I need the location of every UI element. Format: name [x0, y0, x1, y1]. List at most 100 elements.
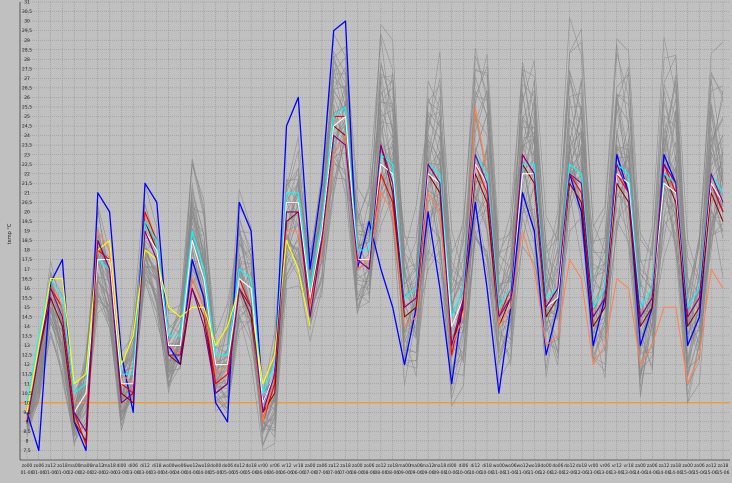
- x-tick-label: wo18: [198, 463, 210, 469]
- y-tick-label: 29,5: [22, 28, 32, 34]
- x-tick-label: vr18: [293, 463, 303, 469]
- x-tick-label: wo18: [528, 463, 540, 469]
- y-tick-label: 17: [24, 267, 30, 273]
- x-tick-label: wo06: [505, 463, 517, 469]
- x-tick-label: za06: [317, 463, 328, 469]
- x-tick-label: zo06: [694, 463, 705, 469]
- y-tick-label: 30: [24, 19, 30, 25]
- x-tick-label: vr00: [588, 463, 598, 469]
- y-tick-label: 27,5: [22, 66, 32, 72]
- y-tick-label: 9,5: [23, 410, 30, 416]
- y-tick-label: 20: [24, 210, 30, 216]
- y-tick-label: 13: [24, 343, 30, 349]
- y-tick-label: 15: [24, 305, 30, 311]
- y-tick-label: 12: [24, 362, 30, 368]
- x-tick-label: zo18: [718, 463, 729, 469]
- x-tick-label: wo12: [517, 463, 529, 469]
- y-tick-label: 18,5: [22, 238, 32, 244]
- y-tick-label: 23: [24, 152, 30, 158]
- x-tick-label: wo00: [163, 463, 175, 469]
- y-tick-label: 15,5: [22, 295, 32, 301]
- x-tick-label: di00: [447, 463, 457, 469]
- x-tick-label: vr12: [282, 463, 292, 469]
- x-tick-label: do12: [234, 463, 245, 469]
- y-tick-label: 30,5: [22, 9, 32, 15]
- y-tick-label: 7,5: [23, 448, 30, 454]
- x-tick-label: zo00: [682, 463, 693, 469]
- y-tick-label: 28,5: [22, 47, 32, 53]
- x-tick-label: zo00: [352, 463, 363, 469]
- y-tick-label: 13,5: [22, 334, 32, 340]
- y-tick-label: 29: [24, 38, 30, 44]
- y-tick-label: 9: [26, 419, 29, 425]
- x-tick-label: zo12: [376, 463, 387, 469]
- y-tick-label: 22: [24, 171, 30, 177]
- y-tick-label: 12,5: [22, 353, 32, 359]
- x-tick-label: do12: [564, 463, 575, 469]
- x-tick-label: za18: [671, 463, 682, 469]
- y-tick-label: 25,5: [22, 105, 32, 111]
- x-tick-label: di12: [470, 463, 480, 469]
- x-tick-label: do06: [552, 463, 563, 469]
- x-tick-label: vr06: [600, 463, 610, 469]
- x-tick-label: di06: [459, 463, 469, 469]
- x-tick-label: wo06: [174, 463, 186, 469]
- y-tick-label: 16: [24, 286, 30, 292]
- x-tick-label: di18: [152, 463, 162, 469]
- y-tick-label: 27: [24, 76, 30, 82]
- x-tick-label: wo12: [186, 463, 198, 469]
- x-tick-label: do00: [541, 463, 552, 469]
- x-tick-label: zo00: [22, 463, 33, 469]
- x-tick-date: 15-06: [717, 470, 730, 476]
- y-tick-label: 26: [24, 95, 30, 101]
- y-tick-label: 19: [24, 229, 30, 235]
- y-tick-label: 11: [24, 381, 30, 387]
- x-tick-label: do18: [576, 463, 587, 469]
- x-tick-label: zo06: [34, 463, 45, 469]
- x-tick-label: za12: [659, 463, 670, 469]
- x-tick-label: vr00: [258, 463, 268, 469]
- y-tick-label: 11,5: [22, 372, 32, 378]
- y-tick-label: 14,5: [22, 314, 32, 320]
- y-tick-label: 24,5: [22, 124, 32, 130]
- y-tick-label: 17,5: [22, 257, 32, 263]
- x-tick-label: za00: [635, 463, 646, 469]
- x-tick-label: do00: [210, 463, 221, 469]
- y-tick-label: 25: [24, 114, 30, 120]
- x-tick-label: di12: [140, 463, 150, 469]
- y-tick-label: 18: [24, 248, 30, 254]
- x-tick-label: zo12: [45, 463, 56, 469]
- y-tick-label: 8: [26, 439, 29, 445]
- x-tick-label: ma18: [103, 463, 116, 469]
- x-tick-label: di06: [128, 463, 138, 469]
- y-tick-label: 16,5: [22, 276, 32, 282]
- x-tick-label: vr12: [612, 463, 622, 469]
- x-tick-label: za06: [647, 463, 658, 469]
- line-chart: 7,5 8 8,5 9 9,5 10 10,5 11 11,5 12 12,5 13 13,5 14 14,…: [7, 0, 730, 476]
- y-tick-label: 31: [24, 0, 30, 6]
- x-tick-label: zo06: [364, 463, 375, 469]
- x-tick-label: vr18: [624, 463, 634, 469]
- x-tick-label: ma18: [434, 463, 447, 469]
- y-tick-label: 28: [24, 57, 30, 63]
- x-tick-label: do18: [246, 463, 257, 469]
- y-tick-label: 26,5: [22, 85, 32, 91]
- x-tick-label: zo12: [706, 463, 717, 469]
- y-tick-label: 8,5: [23, 429, 30, 435]
- x-tick-label: vr06: [270, 463, 280, 469]
- x-tick-label: za12: [328, 463, 339, 469]
- y-tick-label: 24: [24, 133, 30, 139]
- y-tick-label: 21,5: [22, 181, 32, 187]
- x-tick-label: zo18: [387, 463, 398, 469]
- x-tick-label: do06: [222, 463, 233, 469]
- y-tick-label: 23,5: [22, 143, 32, 149]
- y-tick-label: 21: [24, 190, 30, 196]
- y-tick-label: 22,5: [22, 162, 32, 168]
- y-tick-label: 20,5: [22, 200, 32, 206]
- y-tick-label: 10,5: [22, 391, 32, 397]
- y-tick-label: 19,5: [22, 219, 32, 225]
- x-tick-label: za18: [340, 463, 351, 469]
- x-tick-label: di00: [117, 463, 127, 469]
- chart-container: 7,5 8 8,5 9 9,5 10 10,5 11 11,5 12 12,5 13 13,5 14 14,…: [0, 0, 732, 483]
- y-tick-label: 10: [24, 400, 30, 406]
